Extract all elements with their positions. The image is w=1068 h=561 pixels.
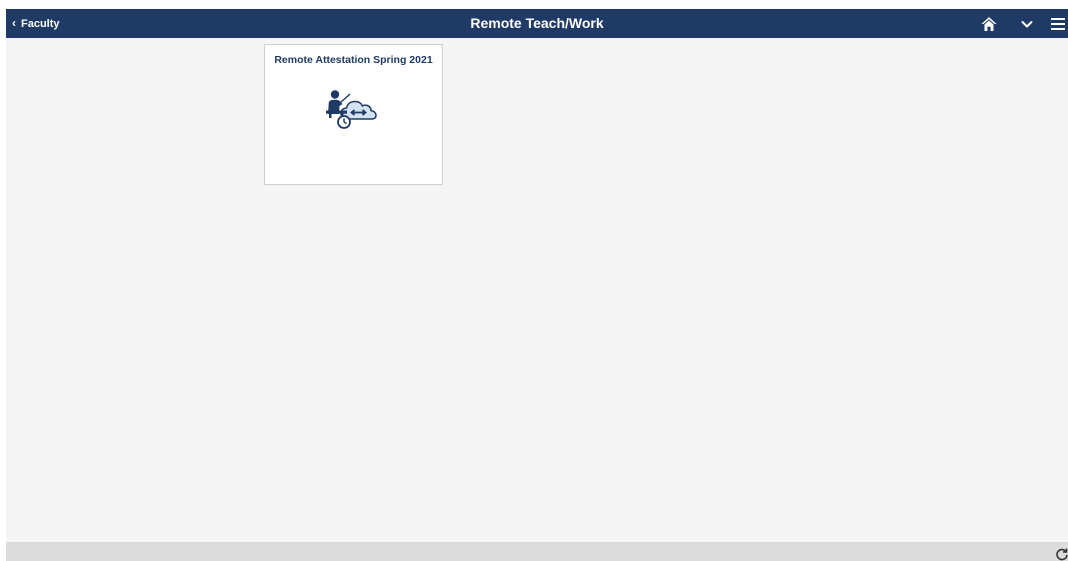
chevron-down-icon[interactable]: [1020, 15, 1034, 33]
chevron-left-icon: ‹: [12, 16, 16, 30]
tile-remote-attestation[interactable]: Remote Attestation Spring 2021: [264, 44, 443, 185]
app-frame: ‹ Faculty Remote Teach/Work Remote Attes…: [6, 9, 1068, 561]
home-icon[interactable]: [980, 15, 998, 33]
refresh-icon[interactable]: [1055, 547, 1068, 561]
hamburger-menu-icon[interactable]: [1050, 15, 1066, 33]
page-title: Remote Teach/Work: [470, 15, 604, 31]
teacher-cloud-icon: [326, 90, 377, 129]
back-button[interactable]: ‹ Faculty: [12, 9, 60, 38]
back-button-label: Faculty: [21, 17, 60, 30]
header-bar: ‹ Faculty Remote Teach/Work: [6, 9, 1068, 38]
footer-bar: [6, 542, 1068, 561]
tile-title: Remote Attestation Spring 2021: [274, 54, 433, 66]
